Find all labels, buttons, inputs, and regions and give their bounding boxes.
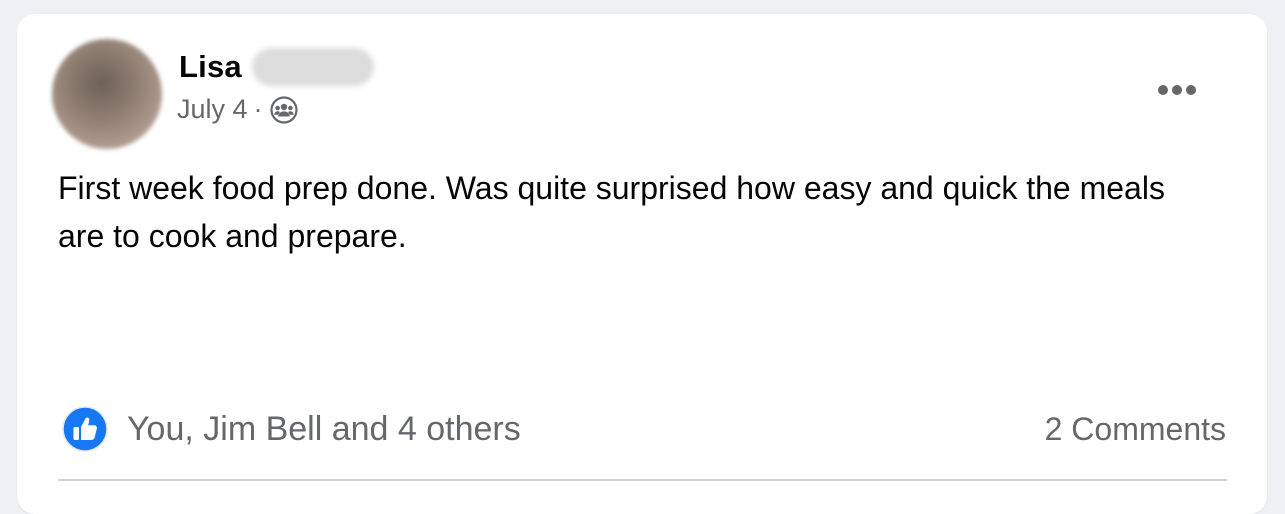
avatar[interactable] bbox=[52, 39, 162, 149]
author-last-name-redacted bbox=[251, 48, 374, 86]
meta-separator: · bbox=[253, 94, 263, 124]
post-text: First week food prep done. Was quite sur… bbox=[58, 170, 1165, 254]
reactions-text: You, Jim Bell and 4 others bbox=[127, 409, 521, 448]
post-card: Lisa July 4 · First week food prep done.… bbox=[17, 14, 1267, 514]
more-options-button[interactable] bbox=[1147, 70, 1207, 110]
divider bbox=[58, 479, 1227, 481]
more-options-icon bbox=[1158, 85, 1168, 95]
author-name[interactable]: Lisa bbox=[179, 48, 374, 86]
like-icon bbox=[62, 406, 108, 452]
friends-icon[interactable] bbox=[269, 95, 299, 125]
reactions-summary[interactable]: You, Jim Bell and 4 others bbox=[62, 406, 521, 452]
comments-count-link[interactable]: 2 Comments bbox=[1045, 411, 1226, 448]
author-first-name[interactable]: Lisa bbox=[179, 49, 242, 85]
post-date[interactable]: July 4 bbox=[177, 94, 248, 125]
post-meta: July 4 · bbox=[177, 94, 299, 125]
